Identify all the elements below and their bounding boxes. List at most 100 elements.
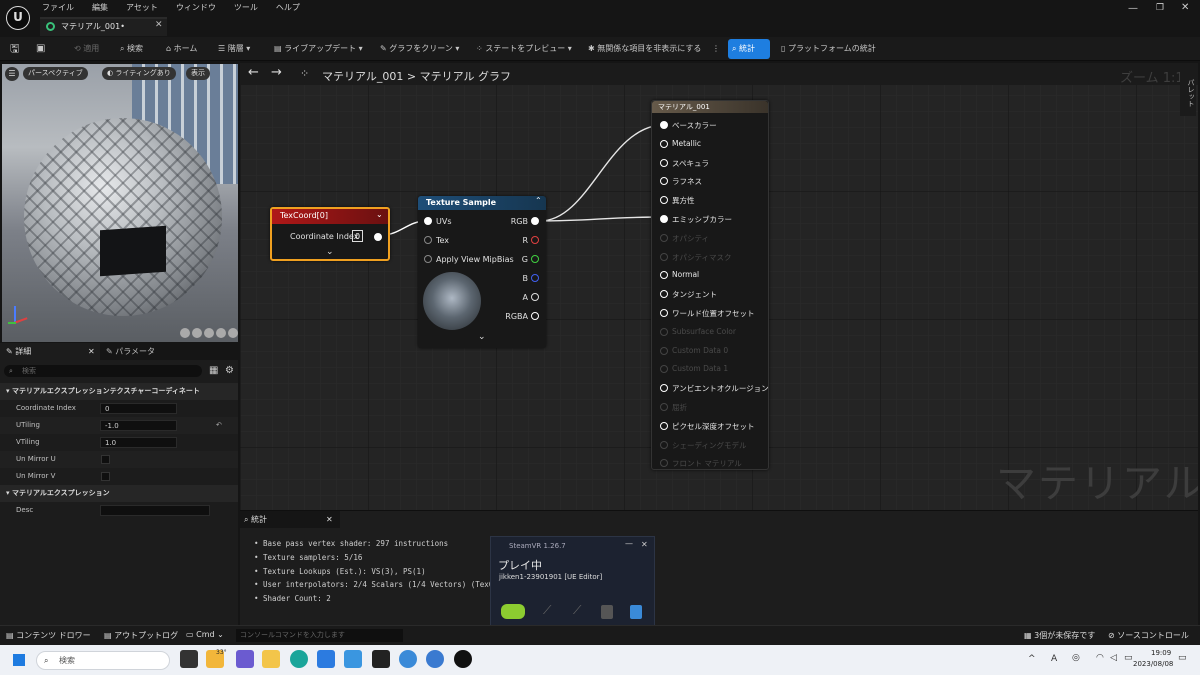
more-options-icon[interactable]: ⋮: [712, 37, 720, 61]
close-window-icon[interactable]: ✕: [1181, 2, 1189, 13]
uvs-input-pin[interactable]: [424, 217, 432, 225]
texture-sample-node[interactable]: Texture Sample ⌃ UVs Tex Apply View MipB…: [418, 196, 546, 348]
language-icon[interactable]: ◎: [1072, 653, 1080, 663]
breadcrumb-asset[interactable]: マテリアル_001: [322, 70, 403, 83]
chat-icon[interactable]: [236, 650, 254, 668]
viewport-menu-icon[interactable]: ☰: [5, 67, 19, 81]
material-input-pin[interactable]: [660, 139, 668, 148]
material-input-pin[interactable]: [660, 177, 668, 186]
apply-button[interactable]: ⟲ 適用: [74, 37, 99, 61]
material-input-pin[interactable]: [660, 403, 668, 411]
close-tab-icon[interactable]: ✕: [155, 20, 163, 30]
maximize-icon[interactable]: ❐: [1156, 3, 1164, 13]
section-header-texcoord[interactable]: ▾ マテリアルエクスプレッションテクスチャーコーディネート: [0, 383, 238, 400]
material-input-pin[interactable]: [660, 346, 668, 355]
expand-chevron-icon[interactable]: ⌄: [478, 332, 486, 342]
palette-side-tab[interactable]: パレット: [1180, 66, 1196, 116]
live-update-button[interactable]: ▤ ライブアップデート ▾: [274, 37, 363, 61]
table-view-icon[interactable]: ▦: [209, 365, 218, 376]
menu-item[interactable]: ヘルプ: [276, 2, 300, 14]
coordinate-index-field[interactable]: 0: [100, 403, 177, 414]
app-icon[interactable]: [399, 650, 417, 668]
steamvr-popup[interactable]: SteamVR 1.26.7 — ✕ プレイ中 jikken1-23901901…: [490, 536, 655, 628]
close-details-icon[interactable]: ✕: [88, 343, 95, 360]
lighting-button[interactable]: ◐ ライティングあり: [102, 67, 176, 80]
material-input-pin[interactable]: [660, 459, 668, 468]
texcoord-output-pin[interactable]: [374, 233, 382, 241]
material-input-pin[interactable]: [660, 121, 668, 129]
material-input-pin[interactable]: [660, 196, 668, 205]
hide-unrelated-button[interactable]: ✱ 無関係な項目を非表示にする: [588, 37, 701, 61]
stats-button[interactable]: ⌕ 統計: [728, 39, 770, 59]
material-input-pin[interactable]: [660, 440, 668, 449]
notepad-icon[interactable]: [344, 650, 362, 668]
material-input-pin[interactable]: [660, 327, 668, 336]
unmirror-u-checkbox[interactable]: [101, 455, 110, 464]
material-input-pin[interactable]: [660, 271, 668, 280]
material-result-node[interactable]: マテリアル_001 ベースカラー Metallic スペキュラ ラフネス 異方性 エミッシ…: [651, 100, 769, 470]
unreal-editor-taskbar-icon[interactable]: [454, 650, 472, 668]
windows-start-icon[interactable]: [12, 653, 26, 667]
home-button[interactable]: ⌂ ホーム: [166, 37, 197, 61]
browse-icon[interactable]: ▣: [36, 37, 45, 61]
source-control-button[interactable]: ⊘ ソースコントロール: [1108, 630, 1189, 641]
back-arrow-icon[interactable]: ←: [248, 65, 259, 80]
settings-gear-icon[interactable]: ⚙: [225, 365, 234, 376]
output-pin[interactable]: [531, 236, 539, 244]
menu-item[interactable]: 編集: [92, 2, 108, 14]
output-log-button[interactable]: ▤ アウトプットログ: [104, 630, 178, 641]
output-pin[interactable]: [531, 312, 539, 320]
output-pin[interactable]: [531, 255, 539, 263]
collapse-chevron-icon[interactable]: ⌃: [535, 196, 542, 205]
hierarchy-button[interactable]: ☰ 階層 ▾: [218, 37, 250, 61]
unmirror-v-checkbox[interactable]: [101, 472, 110, 481]
material-input-pin[interactable]: [660, 215, 668, 223]
output-pin[interactable]: [531, 274, 539, 282]
details-search-input[interactable]: ⌕ 検索: [4, 365, 202, 377]
expand-chevron-icon[interactable]: ⌄: [326, 247, 334, 257]
output-pin[interactable]: [531, 293, 539, 301]
clock-date[interactable]: 2023/08/08: [1133, 660, 1173, 668]
clock-time[interactable]: 19:09: [1151, 649, 1171, 657]
notification-icon[interactable]: ▭: [1178, 653, 1187, 663]
collapse-chevron-icon[interactable]: ⌄: [376, 210, 383, 219]
menu-item[interactable]: アセット: [126, 2, 158, 14]
file-explorer-icon[interactable]: [262, 650, 280, 668]
reset-icon[interactable]: ↶: [216, 417, 222, 434]
close-stats-icon[interactable]: ✕: [326, 511, 333, 528]
clean-graph-button[interactable]: ✎ グラフをクリーン ▾: [380, 37, 459, 61]
preview-state-button[interactable]: ⁘ ステートをプレビュー ▾: [476, 37, 572, 61]
breadcrumb-graph[interactable]: マテリアル グラフ: [420, 70, 511, 83]
app-icon[interactable]: [426, 650, 444, 668]
edge-browser-icon[interactable]: [290, 650, 308, 668]
epic-games-icon[interactable]: [372, 650, 390, 668]
tex-input-pin[interactable]: [424, 236, 432, 244]
section-header-expression[interactable]: ▾ マテリアルエクスプレッション: [0, 485, 238, 502]
material-graph[interactable]: ← → ⁘ マテリアル_001 > マテリアル グラフ ズーム 1:1 パレット…: [240, 63, 1198, 510]
save-icon[interactable]: 🖫: [10, 37, 19, 61]
minimize-popup-icon[interactable]: —: [625, 539, 633, 548]
search-button[interactable]: ⌕ 検索: [120, 37, 143, 61]
wifi-icon[interactable]: ◠: [1096, 653, 1104, 663]
cmd-dropdown[interactable]: ▭ Cmd ⌄: [186, 630, 224, 639]
material-input-pin[interactable]: [660, 365, 668, 374]
tab-parameters[interactable]: ✎ パラメータ: [106, 343, 155, 360]
preview-shape-icons[interactable]: [180, 328, 238, 338]
menu-item[interactable]: ウィンドウ: [176, 2, 216, 14]
tab-details[interactable]: ✎ 詳細 ✕: [0, 343, 100, 360]
menu-item[interactable]: ツール: [234, 2, 258, 14]
show-button[interactable]: 表示: [186, 67, 210, 80]
material-input-pin[interactable]: [660, 309, 668, 317]
stats-tab[interactable]: ⌕ 統計 ✕: [240, 511, 340, 528]
minimize-icon[interactable]: —: [1128, 3, 1138, 14]
volume-icon[interactable]: ◁: [1110, 653, 1117, 663]
forward-arrow-icon[interactable]: →: [271, 65, 282, 80]
texcoord-node[interactable]: TexCoord[0] ⌄ Coordinate Index 0 ⌄: [270, 207, 390, 261]
perspective-button[interactable]: パースペクティブ: [23, 67, 88, 80]
battery-icon[interactable]: ▭: [1124, 653, 1133, 663]
coordinate-index-value[interactable]: 0: [352, 230, 363, 242]
utiling-field[interactable]: -1.0: [100, 420, 177, 431]
material-input-pin[interactable]: [660, 252, 668, 261]
material-input-pin[interactable]: [660, 384, 668, 393]
ime-indicator[interactable]: A: [1051, 654, 1057, 664]
